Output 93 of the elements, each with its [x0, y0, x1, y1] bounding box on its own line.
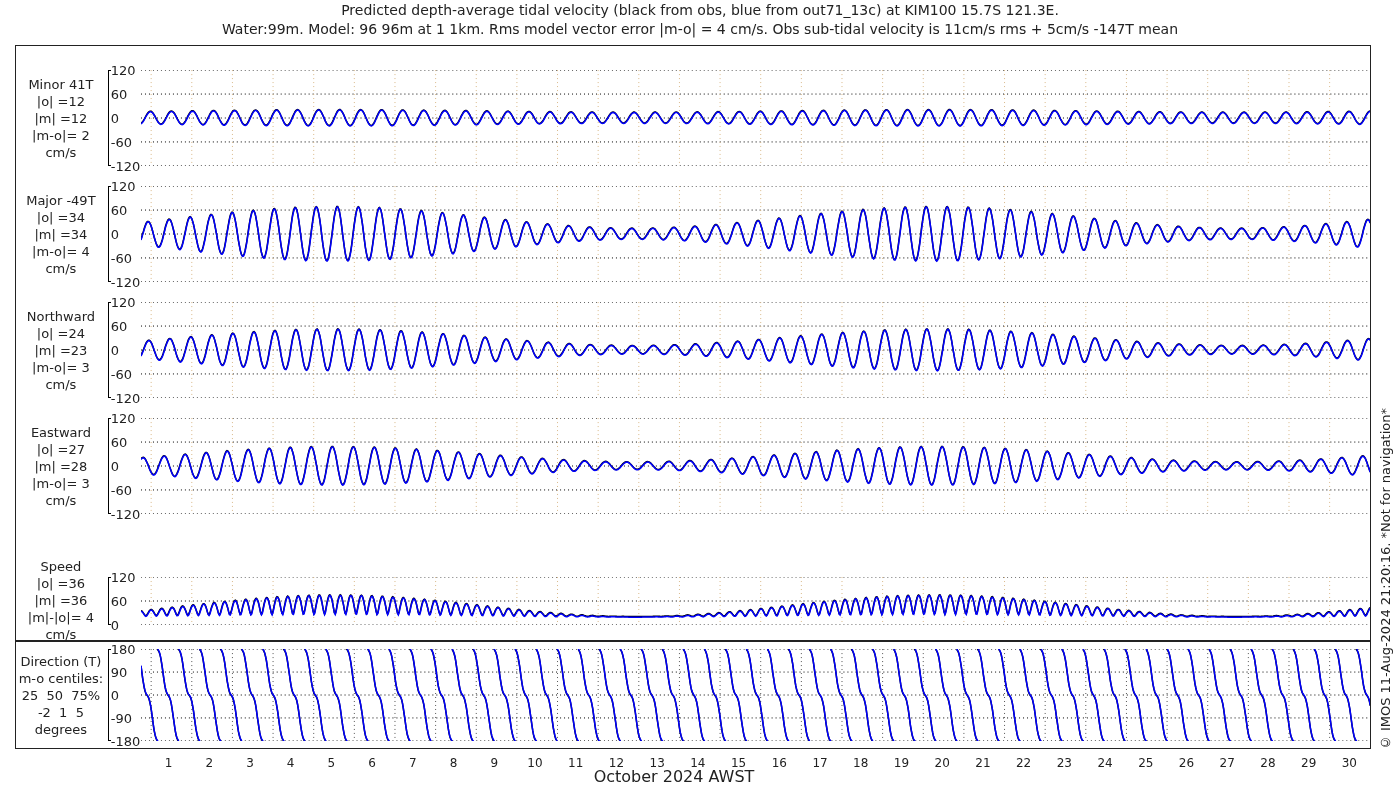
y-tick-label: 0 [110, 459, 120, 473]
panel-stat: degrees [34, 720, 88, 738]
x-tick-label: 28 [1260, 756, 1276, 770]
y-tick-label: 0 [110, 227, 120, 241]
panel-title: Northward [26, 307, 96, 325]
panel-stat: cm/s [45, 259, 77, 277]
y-tick-label: 120 [110, 179, 136, 193]
panel-stat: cm/s [45, 491, 77, 509]
panel-stat: |o| =36 [36, 575, 86, 592]
chart-title: Predicted depth-average tidal velocity (black from obs, blue from out71_13c) at KIM100 15.7S 121.3E. [341, 1, 1059, 20]
panel-stat: |m| =12 [34, 109, 88, 127]
x-tick-label: 13 [649, 756, 665, 770]
panel-stat: |o| =24 [36, 324, 86, 342]
x-tick-label: 3 [246, 756, 254, 770]
y-tick-label: -60 [110, 251, 133, 265]
x-tick-label: 17 [812, 756, 828, 770]
y-tick-label: -120 [110, 275, 141, 289]
x-tick-label: 19 [893, 756, 910, 770]
x-tick-label: 20 [934, 756, 950, 770]
y-tick-label: 120 [110, 411, 136, 425]
panel-stat: |m| =36 [34, 592, 88, 609]
y-tick-label: -60 [110, 367, 133, 381]
panel-stat: |m| =28 [34, 457, 88, 475]
panel-title: Minor 41T [28, 75, 94, 93]
panel-title: Major -49T [26, 191, 96, 209]
y-tick-label: -180 [110, 734, 141, 748]
y-tick-label: 0 [110, 111, 120, 125]
x-tick-label: 4 [286, 756, 295, 770]
y-tick-label: 120 [110, 63, 136, 77]
y-tick-label: 60 [110, 203, 128, 217]
x-tick-label: 12 [608, 756, 625, 770]
x-tick-label: 1 [164, 756, 173, 770]
panel-title: Speed [40, 558, 82, 575]
x-tick-label: 21 [975, 756, 991, 770]
panel-title: Eastward [30, 423, 91, 441]
panel-stat: |m-o|= 3 [32, 474, 90, 492]
x-axis-title: October 2024 AWST [593, 768, 755, 786]
y-tick-label: 120 [110, 295, 136, 309]
y-tick-label: 0 [110, 618, 120, 631]
panel-stat: cm/s [45, 375, 77, 393]
x-tick-label: 22 [1016, 756, 1032, 770]
credit-text: © IMOS 11-Aug-2024 21:20:16. *Not for navigation* [1377, 407, 1394, 750]
panel-stat: |m| =34 [34, 225, 88, 243]
y-tick-label: -120 [110, 159, 141, 173]
y-tick-label: 0 [110, 688, 120, 702]
x-tick-label: 30 [1341, 756, 1357, 770]
panel-stat: |o| =12 [36, 92, 86, 110]
y-tick-label: -60 [110, 483, 133, 497]
panel-stat: |m| =23 [34, 341, 88, 359]
y-axis-line [107, 576, 111, 625]
panel-stat: |m|-|o|= 4 [27, 609, 94, 626]
x-tick-label: 6 [368, 756, 376, 770]
panel-stat: 25 50 75% [21, 686, 101, 704]
x-tick-label: 25 [1138, 756, 1154, 770]
panel-stat: |m-o|= 2 [32, 126, 90, 144]
x-tick-label: 5 [327, 756, 336, 770]
panel-stat: |o| =27 [36, 440, 86, 458]
panel-title: Direction (T) [20, 652, 102, 670]
x-tick-label: 11 [568, 756, 584, 770]
y-tick-label: 60 [110, 435, 128, 449]
panel-stat: cm/s [45, 626, 77, 643]
x-tick-label: 18 [853, 756, 869, 770]
y-tick-label: 60 [110, 319, 128, 333]
y-tick-label: 60 [110, 87, 128, 101]
y-tick-label: -120 [110, 507, 141, 521]
x-tick-label: 23 [1056, 756, 1072, 770]
y-tick-label: -120 [110, 391, 141, 405]
panel-stat: |o| =34 [36, 208, 86, 226]
panel-stat: m-o centiles: [18, 669, 104, 687]
x-tick-label: 14 [690, 756, 706, 770]
panel-stat: -2 1 5 [37, 703, 84, 721]
x-tick-label: 9 [490, 756, 499, 770]
x-tick-label: 26 [1178, 756, 1195, 770]
x-tick-label: 10 [527, 756, 543, 770]
x-tick-label: 7 [409, 756, 417, 770]
y-tick-label: 120 [110, 570, 136, 583]
panel-stat: |m-o|= 4 [32, 242, 90, 260]
x-tick-label: 15 [730, 756, 747, 770]
x-tick-label: 8 [449, 756, 458, 770]
x-tick-label: 29 [1301, 756, 1317, 770]
x-tick-label: 24 [1097, 756, 1113, 770]
x-tick-label: 27 [1219, 756, 1235, 770]
y-tick-label: -90 [110, 711, 133, 725]
x-tick-label: 2 [205, 756, 214, 770]
y-tick-label: 90 [110, 665, 128, 679]
y-tick-label: 60 [110, 594, 128, 607]
y-tick-label: 0 [110, 343, 120, 357]
panel-stat: |m-o|= 3 [32, 358, 90, 376]
panel-stat: cm/s [45, 143, 77, 161]
y-tick-label: 180 [110, 642, 136, 656]
chart-title: Water:99m. Model: 96 96m at 1 1km. Rms model vector error |m-o| = 4 cm/s. Obs sub-tidal velocity is 11cm/s rms + 5cm/s -147T mean [221, 20, 1179, 39]
y-tick-label: -60 [110, 135, 133, 149]
x-tick-label: 16 [771, 756, 787, 770]
